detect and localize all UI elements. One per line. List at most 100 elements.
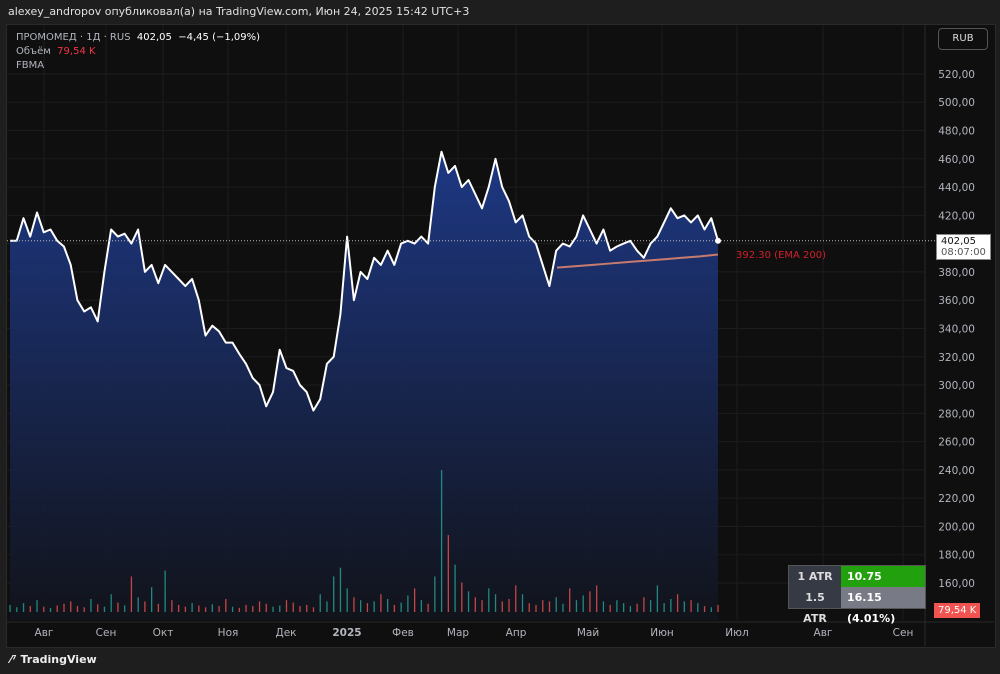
volume-bar [548, 601, 551, 612]
volume-bar [461, 582, 463, 612]
volume-bar [569, 588, 571, 612]
price-change: −4,45 (−1,09%) [178, 32, 261, 43]
volume-bar [63, 603, 65, 612]
x-tick-label: Сен [96, 627, 117, 639]
last-price: 402,05 [136, 32, 172, 43]
volume-bar [400, 602, 402, 612]
x-tick-label: Ноя [218, 627, 239, 639]
volume-bar [265, 603, 267, 612]
volume-bar [481, 600, 483, 612]
x-tick-label: Май [577, 627, 599, 639]
x-tick-label: Июн [650, 627, 674, 639]
price-area [10, 151, 718, 620]
volume-bar [238, 607, 240, 612]
volume-bar [508, 598, 510, 612]
x-tick-label: Мар [447, 627, 469, 639]
volume-value: 79,54 K [57, 46, 96, 57]
volume-bar [589, 591, 591, 612]
volume-bar [245, 604, 247, 612]
atr-value: 10.75 (2.68%) [841, 566, 925, 604]
currency-button[interactable]: RUB [938, 28, 988, 50]
x-tick-label: 2025 [332, 627, 361, 639]
volume-bar [56, 605, 58, 612]
volume-bar [164, 570, 166, 612]
volume-bar [151, 587, 153, 612]
y-tick-label: 280,00 [938, 408, 975, 420]
volume-bar [683, 601, 685, 612]
volume-bar [171, 600, 173, 612]
volume-bar [346, 588, 348, 612]
volume-bar [387, 598, 389, 612]
volume-bar [454, 564, 456, 612]
volume-bar [231, 606, 234, 612]
symbol-legend: ПРОМОМЕД · 1Д · RUS 402,05 −4,45 (−1,09%… [16, 31, 260, 73]
volume-bar [36, 600, 38, 612]
atr-label: 1 ATR [789, 566, 841, 587]
volume-bar [555, 597, 557, 612]
y-tick-label: 380,00 [938, 267, 975, 279]
volume-bar [124, 605, 126, 612]
volume-bar [535, 604, 537, 612]
volume-bar [697, 603, 699, 612]
y-tick-label: 500,00 [938, 97, 975, 109]
volume-bar [393, 604, 396, 612]
volume-bar [292, 602, 294, 612]
volume-bar [623, 603, 625, 612]
volume-bar [191, 603, 193, 612]
volume-bar [602, 601, 605, 612]
volume-bar [157, 603, 160, 612]
volume-bar [76, 606, 79, 612]
volume-bar [528, 603, 530, 612]
y-tick-label: 240,00 [938, 465, 975, 477]
volume-bar [447, 535, 449, 612]
volume-bar [474, 597, 476, 612]
volume-bar [501, 601, 503, 612]
volume-bar [339, 567, 342, 612]
volume-bar [258, 601, 261, 612]
x-tick-label: Авг [35, 627, 54, 639]
logo-text: TradingView [20, 653, 97, 666]
tradingview-logo[interactable]: ⁄⁷ TradingView [10, 653, 97, 666]
volume-bar [9, 604, 11, 612]
x-tick-label: Фев [392, 627, 414, 639]
logo-icon: ⁄⁷ [10, 653, 21, 666]
volume-bar [299, 606, 301, 612]
y-tick-label: 220,00 [938, 493, 975, 505]
volume-bar [562, 603, 564, 612]
volume-bar [49, 607, 52, 612]
volume-bar [198, 605, 200, 612]
volume-bar [285, 600, 288, 612]
volume-bar [542, 600, 544, 612]
volume-bar [616, 600, 618, 612]
volume-bar [312, 607, 315, 612]
volume-bar [710, 607, 712, 612]
volume-bar [177, 604, 180, 612]
atr-row: 1.5 ATR 16.15 (4.01%) [789, 587, 925, 625]
indicator-label[interactable]: FBMA [16, 59, 260, 73]
ema-label: 392.30 (EMA 200) [736, 250, 827, 261]
volume-bar [225, 598, 227, 612]
volume-bar [272, 606, 274, 612]
y-tick-label: 300,00 [938, 380, 975, 392]
volume-bar [353, 597, 355, 612]
symbol-name[interactable]: ПРОМОМЕД · 1Д · RUS [16, 32, 131, 43]
volume-bar [204, 607, 207, 612]
volume-bar [218, 606, 220, 612]
volume-bar [90, 598, 92, 612]
volume-bar [97, 604, 99, 612]
atr-row: 1 ATR10.75 (2.68%) [789, 566, 925, 604]
volume-bar [670, 598, 672, 612]
volume-bar [319, 594, 321, 612]
volume-bar [144, 601, 146, 612]
volume-bar [70, 601, 72, 612]
y-tick-label: 260,00 [938, 437, 975, 449]
volume-bar [609, 604, 611, 612]
volume-bar [279, 605, 281, 612]
atr-value: 16.15 (4.01%) [841, 587, 925, 625]
volume-bar [515, 585, 517, 612]
volume-bar [521, 594, 524, 612]
volume-tag: 79,54 K [934, 603, 981, 618]
y-tick-label: 460,00 [938, 154, 975, 166]
volume-bar [643, 597, 645, 612]
volume-bar [333, 576, 335, 612]
